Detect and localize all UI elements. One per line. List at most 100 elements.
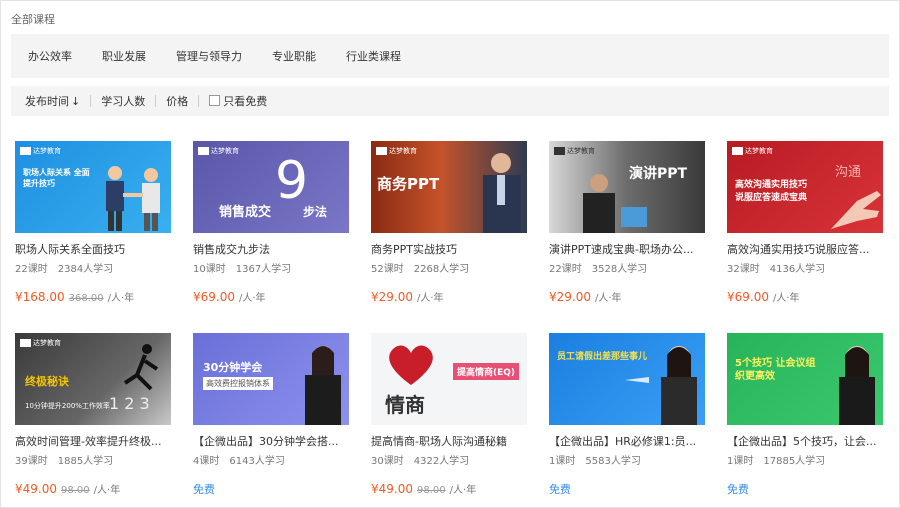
brand-logo: 达梦教育 [554, 146, 595, 156]
course-price: ¥69.00/人·年 [727, 289, 883, 304]
category-industry-courses[interactable]: 行业类课程 [346, 48, 401, 64]
course-meta: 39课时 1885人学习 [15, 452, 171, 467]
course-title[interactable]: 高效时间管理-效率提升终极... [15, 433, 171, 449]
course-card[interactable]: 达梦教育 职场人际关系 全面提升技巧 职场人际关系全面技巧 22课时 2384人学… [15, 141, 171, 304]
thumbnail-caption: 销售成交 [219, 205, 272, 220]
sort-publish-time[interactable]: 发布时间 ↓ [25, 93, 80, 109]
free-only-toggle[interactable]: 只看免费 [209, 93, 267, 109]
course-thumbnail[interactable]: 员工请假出差那些事儿 [549, 333, 705, 425]
category-office-efficiency[interactable]: 办公效率 [28, 48, 72, 64]
brand-logo: 达梦教育 [732, 146, 773, 156]
course-price: 免费 [193, 481, 349, 497]
course-title[interactable]: 销售成交九步法 [193, 241, 349, 257]
course-thumbnail[interactable]: 达梦教育 演讲PPT [549, 141, 705, 233]
thumbnail-caption: 5个技巧 让会议组织更高效 [735, 358, 816, 382]
course-thumbnail[interactable]: 达梦教育 商务PPT [371, 141, 527, 233]
course-price: ¥49.00 98.00/人·年 [371, 481, 527, 496]
free-only-checkbox[interactable] [209, 95, 221, 106]
course-thumbnail[interactable]: 达梦教育 高效沟通实用技巧 说服应答速成宝典 沟通 [727, 141, 883, 233]
price-unit: /人·年 [773, 293, 800, 304]
course-meta: 1课时 17885人学习 [727, 452, 883, 467]
free-label: 免费 [727, 483, 749, 496]
current-price: ¥168.00 [15, 290, 65, 304]
price-unit: /人·年 [107, 293, 135, 304]
category-bar: 办公效率 职业发展 管理与领导力 专业职能 行业类课程 [11, 34, 889, 78]
course-title[interactable]: 职场人际关系全面技巧 [15, 241, 171, 257]
course-thumbnail[interactable]: 5个技巧 让会议组织更高效 [727, 333, 883, 425]
sort-publish-time-label: 发布时间 [25, 95, 69, 108]
presenter-photo-icon [839, 346, 875, 425]
course-title[interactable]: 【企微出品】5个技巧，让会... [727, 433, 883, 449]
course-thumbnail[interactable]: 达梦教育 职场人际关系 全面提升技巧 [15, 141, 171, 233]
breadcrumb[interactable]: 全部课程 [11, 11, 55, 27]
course-title[interactable]: 【企微出品】30分钟学会搭... [193, 433, 349, 449]
course-price: ¥29.00/人·年 [371, 289, 527, 304]
free-label: 免费 [549, 483, 571, 496]
course-price: ¥168.00 368.00/人·年 [15, 289, 171, 304]
original-price: 368.00 [68, 293, 104, 304]
lessons-count: 52课时 [371, 264, 404, 275]
arrow-down-icon: ↓ [71, 95, 81, 108]
sort-price[interactable]: 价格 [166, 93, 188, 109]
speaker-photo-icon [483, 153, 521, 233]
original-price: 98.00 [417, 485, 446, 496]
learners-count: 2384人学习 [57, 264, 114, 275]
lessons-count: 1课时 [727, 456, 754, 467]
price-unit: /人·年 [449, 485, 477, 496]
lessons-count: 22课时 [549, 264, 582, 275]
course-card[interactable]: 达梦教育 销售成交 9 步法 销售成交九步法 10课时 1367人学习 ¥69.0… [193, 141, 349, 304]
course-card[interactable]: 30分钟学会 高效费控报销体系 【企微出品】30分钟学会搭... 4课时 6143… [193, 333, 349, 497]
learners-count: 1885人学习 [57, 456, 114, 467]
course-meta: 22课时 3528人学习 [549, 260, 705, 275]
course-thumbnail[interactable]: 30分钟学会 高效费控报销体系 [193, 333, 349, 425]
runner-icon: 1 2 3 [109, 344, 159, 413]
sort-bar: 发布时间 ↓ 学习人数 价格 只看免费 [11, 86, 889, 116]
hand-icon [831, 191, 881, 229]
thumbnail-caption: 30分钟学会 [203, 361, 263, 374]
course-card[interactable]: 达梦教育 商务PPT 商务PPT实战技巧 52课时 2268人学习 ¥29.00/… [371, 141, 527, 304]
brand-logo: 达梦教育 [198, 146, 239, 156]
course-card[interactable]: 员工请假出差那些事儿 【企微出品】HR必修课1:员... 1课时 5583人学习 … [549, 333, 705, 497]
lessons-count: 4课时 [193, 456, 220, 467]
course-card[interactable]: 达梦教育 高效沟通实用技巧 说服应答速成宝典 沟通 高效沟通实用技巧说服应答..… [727, 141, 883, 304]
current-price: ¥29.00 [371, 290, 413, 304]
thumbnail-caption: 职场人际关系 全面提升技巧 [23, 168, 90, 188]
current-price: ¥29.00 [549, 290, 591, 304]
lessons-count: 1课时 [549, 456, 576, 467]
course-title[interactable]: 演讲PPT速成宝典-职场办公... [549, 241, 705, 257]
category-professional-function[interactable]: 专业职能 [272, 48, 316, 64]
course-title[interactable]: 高效沟通实用技巧说服应答... [727, 241, 883, 257]
thumbnail-subcaption: 10分钟提升200%工作效率 [25, 402, 110, 410]
course-price: 免费 [549, 481, 705, 497]
category-career-development[interactable]: 职业发展 [102, 48, 146, 64]
brand-logo: 达梦教育 [20, 338, 61, 348]
sort-learners[interactable]: 学习人数 [101, 93, 145, 109]
thumbnail-caption: 商务PPT [377, 175, 440, 193]
brand-logo: 达梦教育 [376, 146, 417, 156]
course-title[interactable]: 商务PPT实战技巧 [371, 241, 527, 257]
course-thumbnail[interactable]: 情商 提高情商(EQ) [371, 333, 527, 425]
course-meta: 32课时 4136人学习 [727, 260, 883, 275]
learners-count: 4136人学习 [769, 264, 826, 275]
course-meta: 52课时 2268人学习 [371, 260, 527, 275]
presenter-photo-icon [305, 346, 341, 425]
course-thumbnail[interactable]: 达梦教育 销售成交 9 步法 [193, 141, 349, 233]
course-card[interactable]: 达梦教育 演讲PPT 演讲PPT速成宝典-职场办公... 22课时 3528人学习… [549, 141, 705, 304]
category-management-leadership[interactable]: 管理与领导力 [176, 48, 242, 64]
divider [155, 95, 157, 107]
airplane-icon [625, 377, 649, 383]
course-title[interactable]: 提高情商-职场人际沟通秘籍 [371, 433, 527, 449]
course-meta: 1课时 5583人学习 [549, 452, 705, 467]
thumbnail-subcaption: 步法 [303, 205, 328, 219]
heart-icon [389, 345, 433, 385]
thumbnail-number: 9 [275, 151, 309, 211]
lessons-count: 32课时 [727, 264, 760, 275]
course-card[interactable]: 情商 提高情商(EQ) 提高情商-职场人际沟通秘籍 30课时 4322人学习 ¥4… [371, 333, 527, 496]
course-card[interactable]: 达梦教育 终极秘诀 10分钟提升200%工作效率 1 2 3 高效时间管理-效率… [15, 333, 171, 496]
course-card[interactable]: 5个技巧 让会议组织更高效 【企微出品】5个技巧，让会... 1课时 17885人… [727, 333, 883, 497]
thumbnail-subcaption: 高效费控报销体系 [203, 377, 273, 390]
course-title[interactable]: 【企微出品】HR必修课1:员... [549, 433, 705, 449]
price-unit: /人·年 [93, 485, 121, 496]
divider [90, 95, 92, 107]
course-thumbnail[interactable]: 达梦教育 终极秘诀 10分钟提升200%工作效率 1 2 3 [15, 333, 171, 425]
